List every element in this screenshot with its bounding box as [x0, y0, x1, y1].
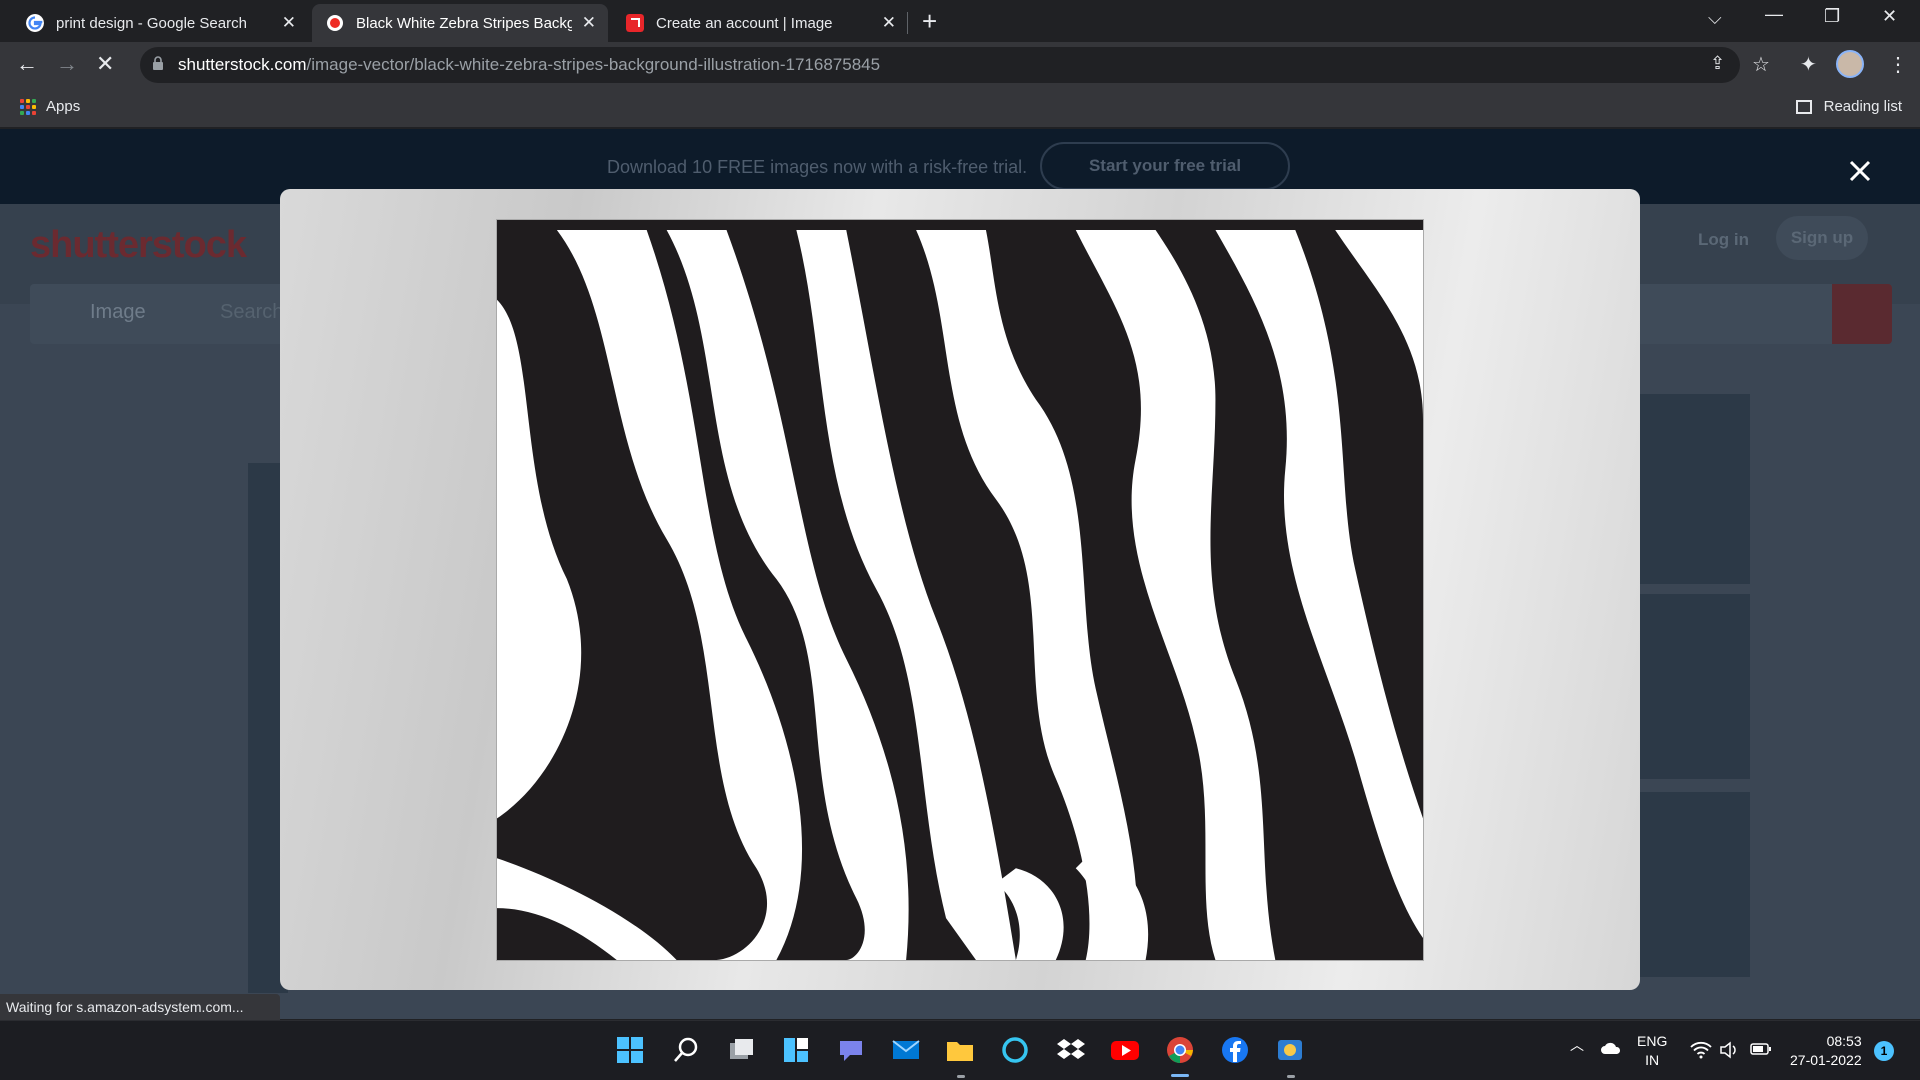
image-thumbnail[interactable]: [1640, 594, 1750, 779]
tab-search-icon[interactable]: ⌵: [1708, 8, 1722, 29]
chrome-icon[interactable]: [1165, 1035, 1195, 1065]
back-button[interactable]: ←: [16, 51, 38, 77]
image-thumbnail[interactable]: [1640, 394, 1750, 584]
browser-toolbar: ← → ✕ shutterstock.com/image-vector/blac…: [0, 42, 1920, 88]
search-icon[interactable]: [671, 1035, 701, 1065]
zebra-pattern: [497, 220, 1423, 960]
reading-list-label: Reading list: [1823, 98, 1902, 115]
address-bar[interactable]: shutterstock.com/image-vector/black-whit…: [140, 47, 1740, 83]
close-modal-icon[interactable]: [1846, 157, 1874, 185]
bookmark-star-icon[interactable]: ☆: [1752, 52, 1770, 77]
menu-icon[interactable]: ⋮: [1888, 52, 1908, 77]
apps-grid-icon: [20, 98, 36, 115]
start-icon[interactable]: [615, 1035, 645, 1065]
close-tab-icon[interactable]: ✕: [582, 13, 596, 33]
battery-icon[interactable]: [1750, 1042, 1772, 1056]
tab-strip: print design - Google Search ✕ Black Whi…: [0, 0, 1920, 42]
new-tab-button[interactable]: +: [922, 6, 937, 37]
file-explorer-icon[interactable]: [945, 1035, 975, 1065]
signup-button[interactable]: Sign up: [1776, 216, 1868, 260]
url-text: shutterstock.com/image-vector/black-whit…: [178, 55, 881, 74]
apps-shortcut[interactable]: Apps: [20, 98, 80, 115]
show-hidden-icons[interactable]: ︿: [1570, 1035, 1584, 1055]
image-preview-modal: [280, 189, 1640, 990]
wifi-icon[interactable]: [1690, 1041, 1712, 1059]
tab-title: Create an account | Image: [656, 14, 833, 32]
adobe-express-icon: [626, 14, 644, 32]
close-tab-icon[interactable]: ✕: [882, 13, 896, 33]
volume-icon[interactable]: [1719, 1041, 1739, 1059]
search-type-select[interactable]: Image: [90, 301, 146, 324]
tab-google-search[interactable]: print design - Google Search ✕: [12, 4, 308, 42]
close-tab-icon[interactable]: ✕: [282, 13, 296, 33]
lock-icon: [153, 56, 163, 70]
minimize-button[interactable]: —: [1765, 4, 1783, 25]
photos-icon[interactable]: [1275, 1035, 1305, 1065]
onedrive-icon[interactable]: [1600, 1041, 1622, 1055]
search-button[interactable]: [1832, 284, 1892, 344]
notification-badge[interactable]: 1: [1874, 1041, 1894, 1061]
share-icon[interactable]: ⇪: [1710, 53, 1725, 74]
tab-title: print design - Google Search: [56, 14, 247, 32]
system-clock[interactable]: 08:53 27-01-2022: [1790, 1032, 1862, 1070]
image-thumbnail[interactable]: [1640, 792, 1750, 977]
tab-title: Black White Zebra Stripes Backgr: [356, 14, 572, 32]
free-trial-button[interactable]: Start your free trial: [1040, 142, 1290, 190]
teams-chat-icon[interactable]: [836, 1035, 866, 1065]
tab-separator: [907, 12, 908, 34]
login-link[interactable]: Log in: [1698, 230, 1749, 250]
cortana-icon[interactable]: [1000, 1035, 1030, 1065]
reading-list-icon: [1795, 99, 1812, 114]
forward-button[interactable]: →: [56, 51, 78, 77]
shutterstock-logo[interactable]: shutterstock: [30, 224, 247, 267]
facebook-icon[interactable]: [1220, 1035, 1250, 1065]
google-icon: [26, 14, 44, 32]
task-view-icon[interactable]: [726, 1035, 756, 1065]
profile-avatar[interactable]: [1836, 50, 1864, 78]
tab-create-account[interactable]: Create an account | Image ✕: [612, 4, 908, 42]
zebra-stripes-image: [496, 219, 1424, 961]
widgets-icon[interactable]: [781, 1035, 811, 1065]
search-input[interactable]: Search: [220, 301, 283, 324]
status-bubble: Waiting for s.amazon-adsystem.com...: [0, 994, 280, 1020]
close-window-button[interactable]: ✕: [1882, 6, 1897, 27]
tab-zebra-image[interactable]: Black White Zebra Stripes Backgr ✕: [312, 4, 608, 42]
youtube-icon[interactable]: [1110, 1035, 1140, 1065]
promo-text: Download 10 FREE images now with a risk-…: [607, 157, 1028, 177]
stop-loading-button[interactable]: ✕: [96, 51, 114, 77]
restore-button[interactable]: ❐: [1824, 6, 1840, 27]
reading-list-button[interactable]: Reading list: [1795, 98, 1902, 115]
mail-icon[interactable]: [891, 1035, 921, 1065]
shutterstock-icon: [327, 15, 343, 31]
language-indicator[interactable]: ENG IN: [1637, 1032, 1667, 1070]
extensions-icon[interactable]: ✦: [1800, 52, 1817, 77]
windows-taskbar: ︿ ENG IN 08:53 27-01-2022 1: [0, 1020, 1920, 1080]
apps-label: Apps: [46, 98, 81, 115]
bookmarks-bar: Apps Reading list: [0, 88, 1920, 128]
dropbox-icon[interactable]: [1056, 1035, 1086, 1065]
